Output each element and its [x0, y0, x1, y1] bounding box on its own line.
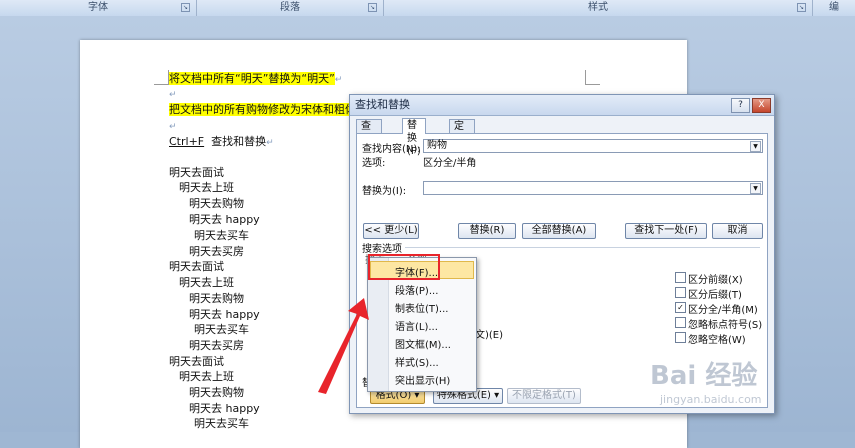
watermark-url: jingyan.baidu.com — [660, 393, 762, 406]
tab-replace[interactable]: 替换(P) — [402, 118, 426, 157]
baidu-watermark: Bai 经验 jingyan.baidu.com — [650, 355, 850, 415]
watermark-brand: Bai 经验 — [650, 361, 758, 391]
